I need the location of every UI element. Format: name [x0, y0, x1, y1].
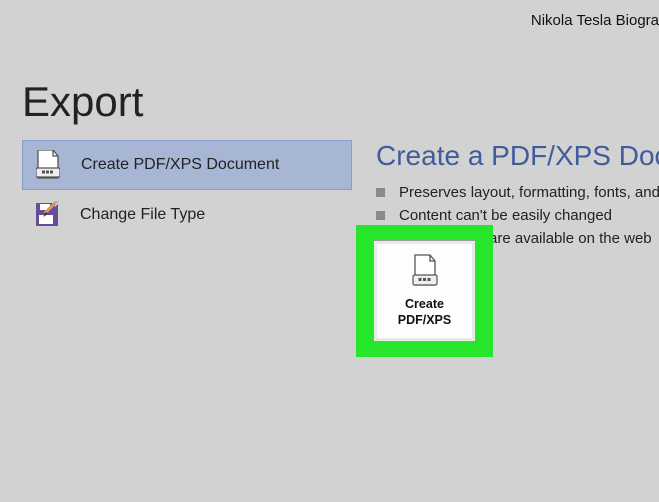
- pdf-document-icon: [411, 253, 439, 289]
- option-change-file-type[interactable]: Change File Type: [22, 190, 352, 240]
- bullet-icon: [376, 211, 385, 220]
- feature-text: Preserves layout, formatting, fonts, and…: [399, 184, 659, 201]
- bullet-icon: [376, 188, 385, 197]
- tutorial-highlight: Create PDF/XPS: [356, 225, 493, 357]
- pdf-document-icon: [33, 150, 63, 180]
- feature-text: Content can't be easily changed: [399, 207, 612, 224]
- option-create-pdf-xps[interactable]: Create PDF/XPS Document: [22, 140, 352, 190]
- option-label: Create PDF/XPS Document: [81, 156, 279, 174]
- button-label: Create PDF/XPS: [385, 297, 465, 328]
- feature-item: Content can't be easily changed: [376, 207, 659, 224]
- create-pdf-xps-button[interactable]: Create PDF/XPS: [373, 240, 476, 342]
- page-title: Export: [22, 78, 143, 126]
- export-options-list: Create PDF/XPS Document Change File Type: [22, 140, 352, 240]
- option-label: Change File Type: [80, 206, 205, 224]
- document-title: Nikola Tesla Biogra: [531, 12, 659, 29]
- change-file-type-icon: [32, 200, 62, 230]
- feature-item: Preserves layout, formatting, fonts, and…: [376, 184, 659, 201]
- section-title: Create a PDF/XPS Documen: [376, 140, 659, 172]
